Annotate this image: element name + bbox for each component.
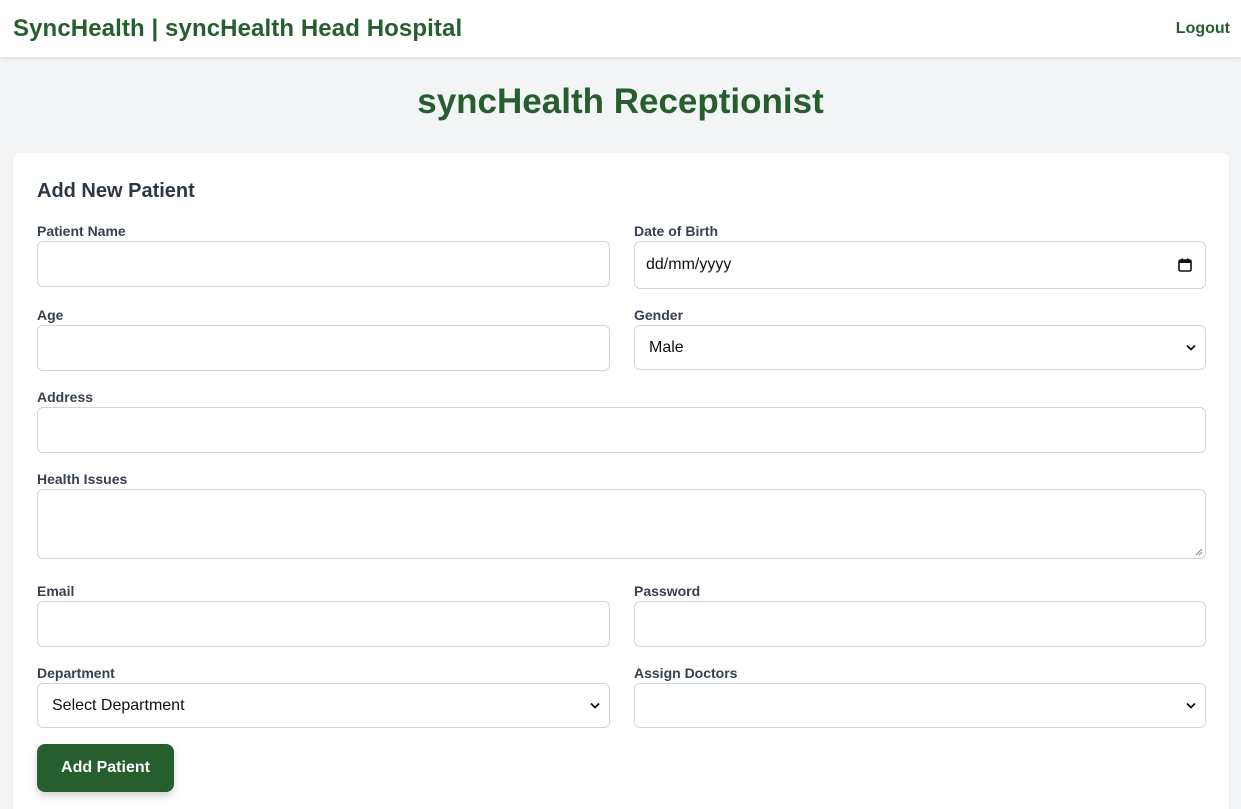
email-label: Email — [37, 583, 75, 599]
assign-doctors-select[interactable] — [634, 683, 1206, 728]
page-title: syncHealth Receptionist — [417, 82, 824, 121]
chevron-down-icon — [1186, 344, 1196, 351]
password-input[interactable] — [634, 601, 1206, 647]
form-title: Add New Patient — [37, 180, 195, 202]
app-brand: SyncHealth | syncHealth Head Hospital — [13, 14, 463, 42]
address-label: Address — [37, 389, 94, 405]
gender-selected-value: Male — [649, 338, 684, 356]
email-input[interactable] — [37, 601, 610, 647]
dob-label: Date of Birth — [634, 223, 718, 239]
address-input[interactable] — [37, 407, 1206, 453]
assign-doctors-label: Assign Doctors — [634, 665, 738, 681]
health-issues-label: Health Issues — [37, 471, 128, 487]
dob-value: dd/mm/yyyy — [646, 256, 732, 273]
top-navbar: SyncHealth | syncHealth Head Hospital Lo… — [0, 0, 1241, 57]
patient-name-input[interactable] — [37, 241, 610, 287]
department-selected-value: Select Department — [52, 696, 185, 714]
logout-button[interactable]: Logout — [1176, 20, 1230, 38]
age-label: Age — [37, 307, 64, 323]
chevron-down-icon — [590, 702, 600, 709]
password-label: Password — [634, 583, 701, 599]
dob-input[interactable]: dd/mm/yyyy — [634, 241, 1206, 289]
add-patient-button[interactable]: Add Patient — [37, 744, 174, 792]
age-input[interactable] — [37, 325, 610, 371]
chevron-down-icon — [1186, 702, 1196, 709]
department-select[interactable]: Select Department — [37, 683, 610, 728]
health-issues-textarea[interactable] — [37, 489, 1206, 559]
gender-select[interactable]: Male — [634, 325, 1206, 370]
gender-label: Gender — [634, 307, 684, 323]
calendar-icon[interactable] — [1178, 258, 1192, 272]
add-patient-card: Add New Patient Patient Name Date of Bir… — [13, 153, 1229, 809]
resize-handle-icon[interactable] — [1194, 547, 1203, 556]
patient-name-label: Patient Name — [37, 223, 126, 239]
department-label: Department — [37, 665, 115, 681]
